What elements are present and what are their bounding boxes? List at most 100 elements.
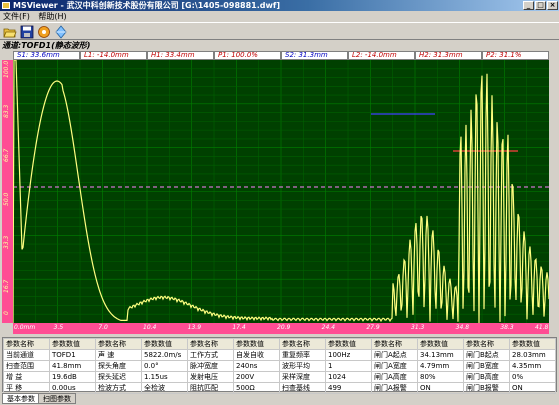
x-tick-label: 31.3 xyxy=(411,324,425,331)
readout-s1: S1: 33.6mm xyxy=(13,51,80,60)
tab-scan-params[interactable]: 扫图参数 xyxy=(38,393,76,404)
a-scan-plot[interactable] xyxy=(13,60,549,323)
readout-p1: P1: 100.0% xyxy=(214,51,281,60)
param-value-cell: 1.15us xyxy=(141,371,188,383)
param-name-cell: 探头角度 xyxy=(95,360,142,372)
param-name-cell: 当前通道 xyxy=(3,349,50,361)
param-row: 扫查范围 41.8mm 探头角度 0.0° 脉冲宽度 240ns 波形平均 1 闸门A宽度 4.7… xyxy=(3,360,556,372)
param-name-cell: 发射电压 xyxy=(187,371,234,383)
open-folder-icon[interactable] xyxy=(3,25,17,39)
readout-s2: S2: 31.3mm xyxy=(281,51,348,60)
y-tick-label: 100.0 xyxy=(3,60,10,78)
window-title: MSViewer - 武汉中科创新技术股份有限公司 [G:\1405-09888… xyxy=(13,1,280,10)
window-controls: _ □ × xyxy=(523,1,558,10)
y-tick-label: 66.7 xyxy=(3,148,10,162)
y-tick-label: 50.0 xyxy=(3,192,10,206)
param-row: 当前通道 TOFD1 声 速 5822.0m/s 工作方式 自发自收 重复频率 100Hz 闸门… xyxy=(3,349,556,361)
x-tick-label: 0.0mm xyxy=(14,324,36,331)
param-name-cell: 闸门B高度 xyxy=(463,371,510,383)
param-header-cell: 参数数值 xyxy=(141,338,188,350)
param-name-cell: 探头延迟 xyxy=(95,371,142,383)
param-value-cell: 5822.0m/s xyxy=(141,349,188,361)
param-header-cell: 参数名称 xyxy=(371,338,418,350)
x-tick-label: 24.4 xyxy=(321,324,336,331)
x-axis: 0.0mm 3.5 7.0 10.4 13.9 17.4 20.9 24.4 27.9 31.3 3… xyxy=(13,323,549,334)
x-tick-label: 41.8 xyxy=(535,324,549,331)
minimize-button[interactable]: _ xyxy=(523,1,534,10)
param-value-cell: 41.8mm xyxy=(49,360,96,372)
menu-file[interactable]: 文件(F) xyxy=(0,11,33,22)
x-tick-label: 3.5 xyxy=(53,324,64,331)
param-value-cell: 80% xyxy=(417,371,464,383)
x-tick-label: 20.9 xyxy=(277,324,291,331)
param-value-cell: 34.13mm xyxy=(417,349,464,361)
param-row: 增 益 19.6dB 探头延迟 1.15us 发射电压 200V 采样深度 1024 闸门A高度… xyxy=(3,371,556,383)
param-name-cell: 波形平均 xyxy=(279,360,326,372)
param-header-cell: 参数名称 xyxy=(95,338,142,350)
param-value-cell: 0.0° xyxy=(141,360,188,372)
y-axis: 100.0 83.3 66.7 50.0 33.3 16.7 0 xyxy=(2,60,13,323)
y-tick-label: 83.3 xyxy=(3,104,10,118)
readout-p2: P2: 31.1% xyxy=(482,51,549,60)
param-value-cell: 0% xyxy=(509,371,556,383)
bottom-tabs: 基本参数 扫图参数 xyxy=(0,392,559,405)
title-bar: MSViewer - 武汉中科创新技术股份有限公司 [G:\1405-09888… xyxy=(0,0,559,11)
readout-l1: L1: -14.0mm xyxy=(80,51,147,60)
x-tick-label: 7.0 xyxy=(98,324,108,331)
x-tick-label: 13.9 xyxy=(187,324,202,331)
param-header-cell: 参数名称 xyxy=(279,338,326,350)
param-value-cell: 4.35mm xyxy=(509,360,556,372)
param-value-cell: 200V xyxy=(233,371,280,383)
param-header-cell: 参数名称 xyxy=(463,338,510,350)
maximize-button[interactable]: □ xyxy=(535,1,546,10)
param-header-cell: 参数名称 xyxy=(187,338,234,350)
param-header-cell: 参数数值 xyxy=(49,338,96,350)
param-name-cell: 闸门A宽度 xyxy=(371,360,418,372)
diamond-icon[interactable] xyxy=(54,25,68,39)
menu-help[interactable]: 帮助(H) xyxy=(35,11,69,22)
readout-h2: H2: 31.3mm xyxy=(415,51,482,60)
x-tick-label: 17.4 xyxy=(232,324,246,331)
x-tick-label: 27.9 xyxy=(366,324,380,331)
param-name-cell: 闸门B起点 xyxy=(463,349,510,361)
param-value-cell: 自发自收 xyxy=(233,349,280,361)
x-tick-label: 34.8 xyxy=(455,324,470,331)
param-value-cell: 240ns xyxy=(233,360,280,372)
param-value-cell: 19.6dB xyxy=(49,371,96,383)
y-tick-label: 33.3 xyxy=(3,235,10,250)
save-disk-icon[interactable] xyxy=(20,25,34,39)
param-name-cell: 重复频率 xyxy=(279,349,326,361)
param-value-cell: TOFD1 xyxy=(49,349,96,361)
cursor-readout-bar: S1: 33.6mm L1: -14.0mm H1: 33.4mm P1: 10… xyxy=(13,51,549,60)
parameter-table: 参数名称 参数数值 参数名称 参数数值 参数名称 参数数值 参数名称 参数数值 参数名称 参数数值… xyxy=(2,337,557,394)
param-header-cell: 参数数值 xyxy=(509,338,556,350)
menu-bar: 文件(F) 帮助(H) xyxy=(0,11,559,22)
close-button[interactable]: × xyxy=(547,1,558,10)
param-value-cell: 4.79mm xyxy=(417,360,464,372)
x-tick-label: 38.3 xyxy=(500,324,514,331)
param-name-cell: 增 益 xyxy=(3,371,50,383)
x-tick-label: 10.4 xyxy=(143,324,157,331)
y-tick-label: 16.7 xyxy=(3,279,10,294)
param-name-cell: 声 速 xyxy=(95,349,142,361)
param-header-row: 参数名称 参数数值 参数名称 参数数值 参数名称 参数数值 参数名称 参数数值 参数名称 参数数值… xyxy=(3,338,556,350)
param-value-cell: 1 xyxy=(325,360,372,372)
tab-basic-params[interactable]: 基本参数 xyxy=(2,393,40,404)
param-name-cell: 闸门B宽度 xyxy=(463,360,510,372)
param-value-cell: 28.03mm xyxy=(509,349,556,361)
param-name-cell: 闸门A高度 xyxy=(371,371,418,383)
param-name-cell: 闸门A起点 xyxy=(371,349,418,361)
readout-h1: H1: 33.4mm xyxy=(147,51,214,60)
toolbar xyxy=(0,22,559,40)
app-icon xyxy=(2,2,10,9)
param-value-cell: 100Hz xyxy=(325,349,372,361)
param-header-cell: 参数名称 xyxy=(3,338,50,350)
settings-gear-icon[interactable] xyxy=(37,25,51,39)
param-header-cell: 参数数值 xyxy=(417,338,464,350)
param-header-cell: 参数数值 xyxy=(325,338,372,350)
param-name-cell: 脉冲宽度 xyxy=(187,360,234,372)
param-name-cell: 扫查范围 xyxy=(3,360,50,372)
channel-label: 通道:TOFD1(静态波形) xyxy=(2,41,91,50)
param-name-cell: 工作方式 xyxy=(187,349,234,361)
y-tick-label: 0 xyxy=(3,311,10,315)
